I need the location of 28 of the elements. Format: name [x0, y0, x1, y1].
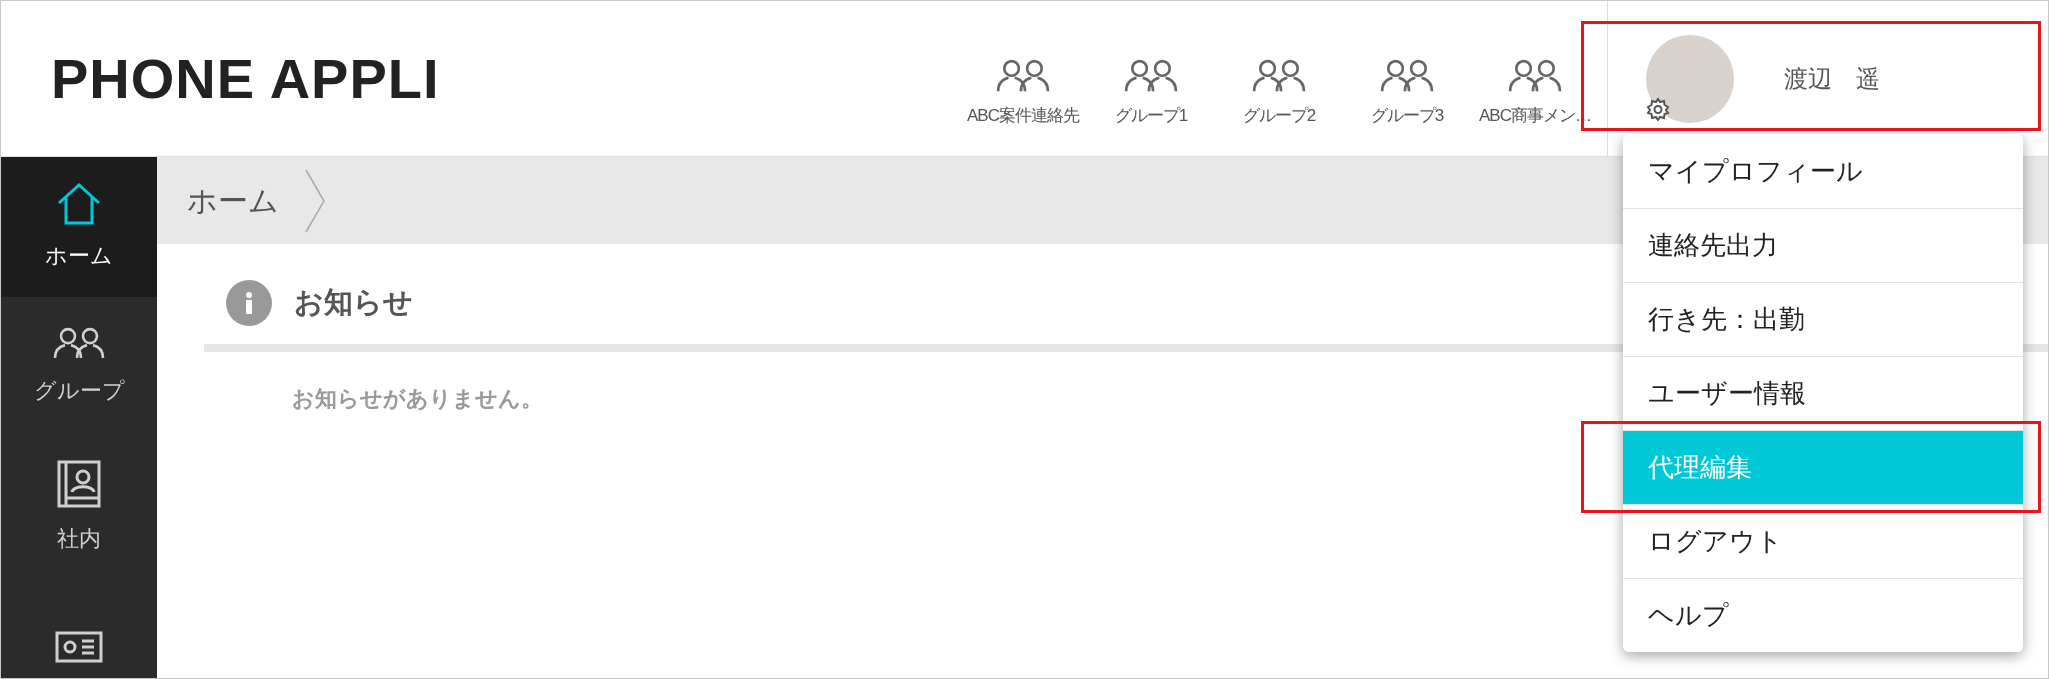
people-icon [1252, 59, 1306, 93]
group-shortcut[interactable]: グループ1 [1087, 59, 1215, 128]
people-icon [996, 59, 1050, 93]
group-shortcut[interactable]: ABC案件連絡先 [959, 59, 1087, 128]
people-icon [1508, 59, 1562, 93]
address-book-icon [57, 459, 101, 508]
sidebar-item[interactable]: ホーム [1, 157, 157, 297]
user-name: 渡辺 遥 [1784, 63, 1880, 94]
people-icon [53, 327, 105, 360]
people-icon [1124, 59, 1178, 93]
group-shortcut[interactable]: グループ2 [1215, 59, 1343, 128]
notice-title: お知らせ [294, 285, 413, 321]
menu-item[interactable]: ログアウト [1623, 504, 2023, 578]
id-card-icon [55, 631, 103, 663]
menu-item[interactable]: ヘルプ [1623, 578, 2023, 652]
chevron-icon [305, 168, 325, 233]
info-icon [226, 280, 272, 326]
people-icon [1380, 59, 1434, 93]
group-shortcut[interactable]: グループ3 [1343, 59, 1471, 128]
menu-item[interactable]: 連絡先出力 [1623, 208, 2023, 282]
settings-icon [1646, 96, 1670, 121]
notice-message: お知らせがありません。 [292, 385, 543, 413]
menu-item[interactable]: マイプロフィール [1623, 134, 2023, 208]
breadcrumb-link[interactable]: ホーム [187, 178, 279, 223]
app-logo: PHONE APPLI [51, 50, 440, 107]
home-icon [56, 182, 102, 225]
menu-item[interactable]: ユーザー情報 [1623, 356, 2023, 430]
menu-item[interactable]: 行き先：出勤 [1623, 282, 2023, 356]
